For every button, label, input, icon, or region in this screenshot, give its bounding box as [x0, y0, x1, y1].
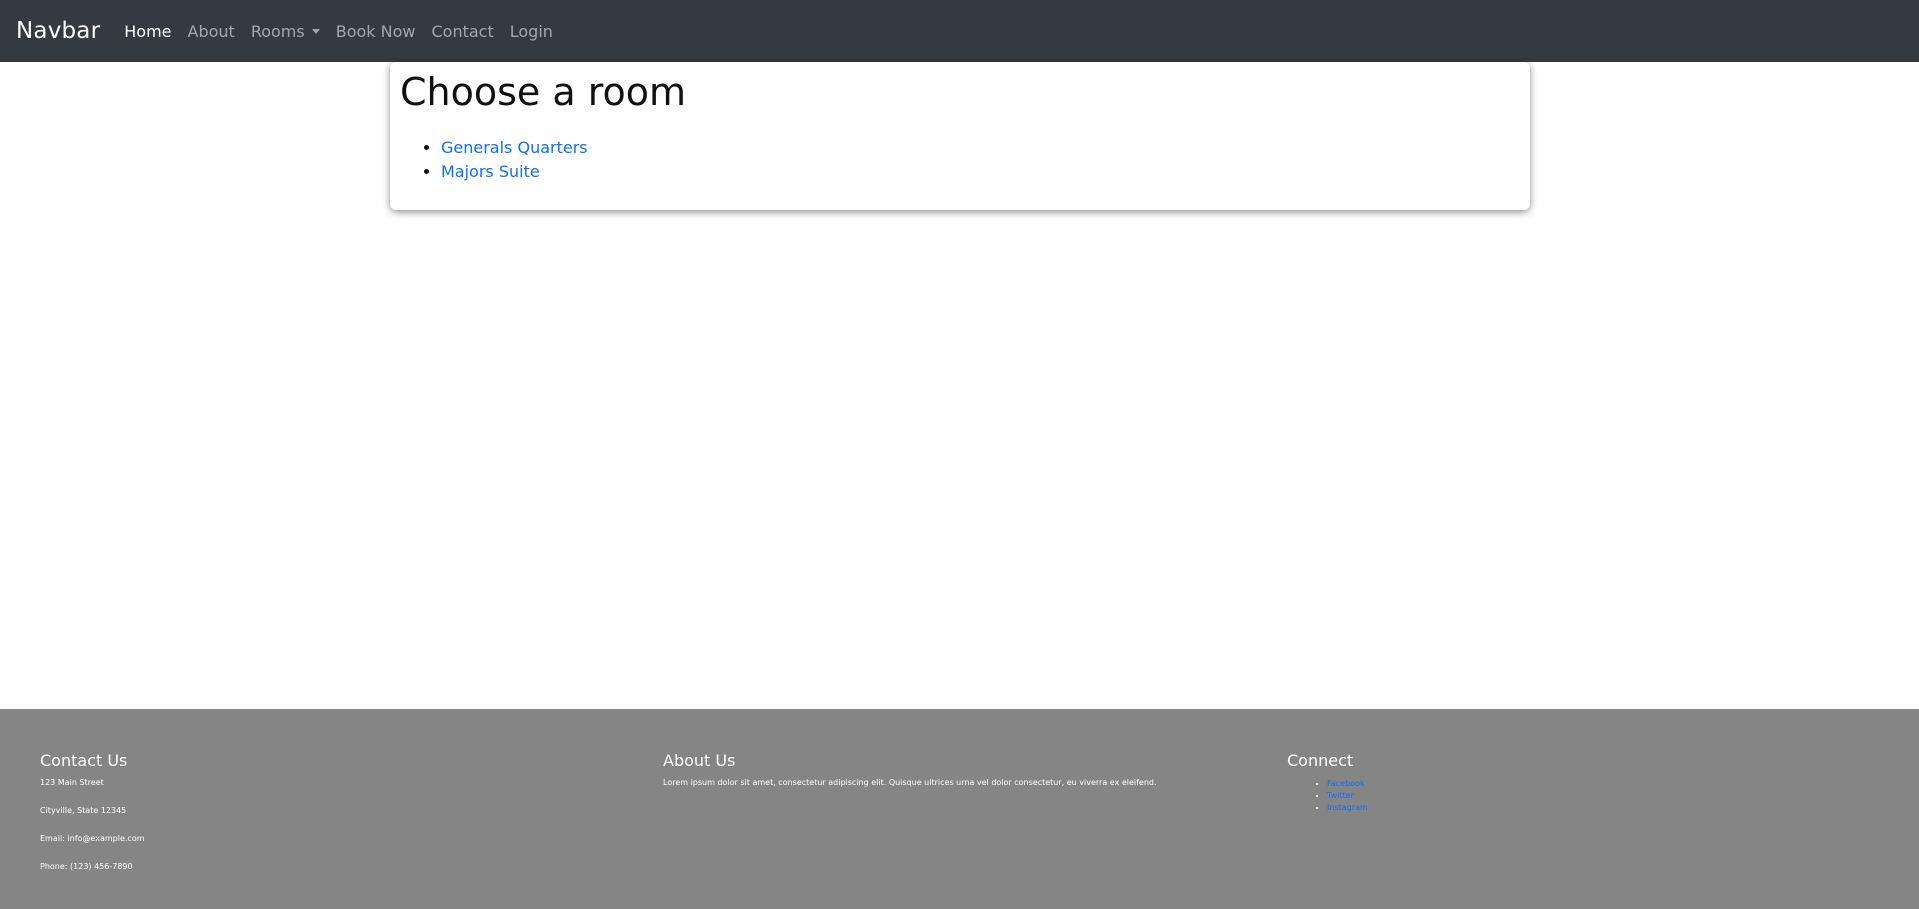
navbar-brand[interactable]: Navbar — [16, 18, 100, 44]
twitter-link[interactable]: Twitter — [1327, 791, 1354, 800]
nav-dropdown-rooms-label: Rooms — [250, 21, 305, 41]
nav-link-login[interactable]: Login — [510, 22, 553, 41]
list-item: Majors Suite — [441, 160, 588, 184]
footer-city-line: Cityville, State 12345 — [40, 806, 127, 815]
room-link-majors-suite[interactable]: Majors Suite — [441, 162, 540, 181]
list-item: Twitter — [1327, 790, 1368, 802]
footer-about-text: Lorem ipsum dolor sit amet, consectetur … — [663, 778, 1157, 787]
room-link-generals-quarters[interactable]: Generals Quarters — [441, 138, 588, 157]
room-card: Choose a room Generals Quarters Majors S… — [390, 62, 1530, 210]
footer-contact-section: Contact Us 123 Main Street Cityville, St… — [40, 751, 145, 890]
list-item: Instagram — [1327, 802, 1368, 814]
footer-about-title: About Us — [663, 751, 736, 770]
room-list: Generals Quarters Majors Suite — [429, 136, 588, 184]
footer-email-line: Email: info@example.com — [40, 834, 145, 843]
nav-dropdown-rooms[interactable]: Rooms — [251, 22, 320, 41]
caret-down-icon — [311, 28, 320, 34]
footer-phone-line: Phone: (123) 456-7890 — [40, 862, 133, 871]
footer-about-section: About Us Lorem ipsum dolor sit amet, con… — [663, 751, 1157, 806]
nav-link-book-now[interactable]: Book Now — [336, 22, 416, 41]
nav-link-home[interactable]: Home — [124, 22, 171, 41]
footer-contact-title: Contact Us — [40, 751, 128, 770]
page-title: Choose a room — [400, 70, 687, 114]
list-item: Facebook — [1327, 778, 1368, 790]
top-navbar: Navbar Home About Rooms Book Now Contact… — [0, 0, 1919, 62]
footer-social-list: Facebook Twitter Instagram — [1287, 778, 1368, 814]
site-footer: Contact Us 123 Main Street Cityville, St… — [0, 709, 1919, 909]
footer-address-line: 123 Main Street — [40, 778, 104, 787]
nav-link-about[interactable]: About — [188, 22, 235, 41]
footer-connect-section: Connect Facebook Twitter Instagram — [1287, 751, 1368, 814]
nav-link-contact[interactable]: Contact — [431, 22, 493, 41]
facebook-link[interactable]: Facebook — [1327, 779, 1365, 788]
list-item: Generals Quarters — [441, 136, 588, 160]
instagram-link[interactable]: Instagram — [1327, 803, 1368, 812]
footer-connect-title: Connect — [1287, 751, 1354, 770]
